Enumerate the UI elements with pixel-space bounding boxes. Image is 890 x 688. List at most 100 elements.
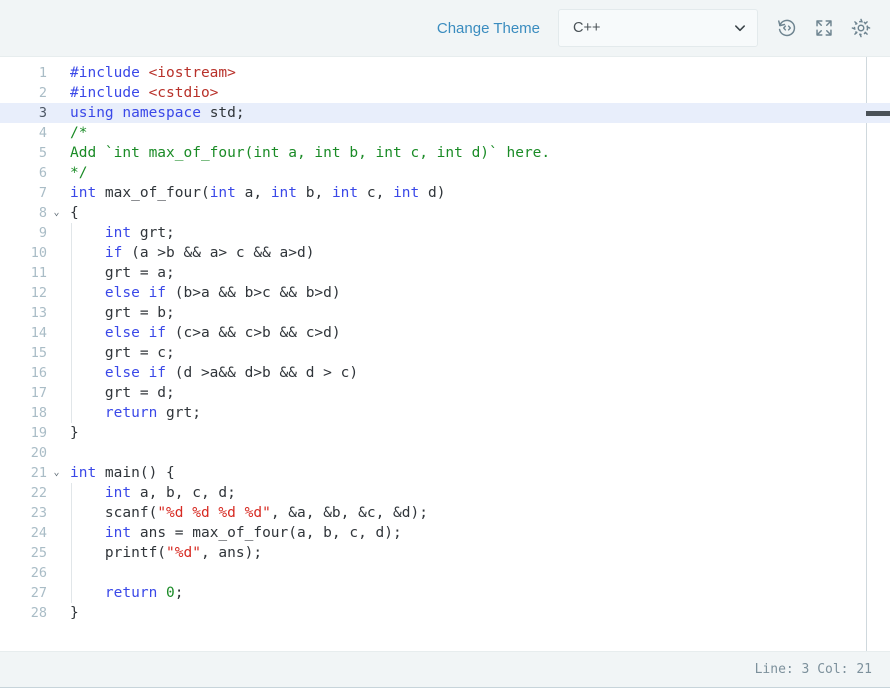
code-line-text: printf("%d", ans); bbox=[70, 545, 263, 561]
code-line-text: grt = d; bbox=[70, 385, 175, 401]
line-number: 16 bbox=[30, 365, 47, 381]
line-number: 1 bbox=[38, 65, 47, 81]
code-line-text: int main() { bbox=[70, 465, 175, 481]
change-theme-link[interactable]: Change Theme bbox=[437, 20, 540, 37]
code-line-text: grt = a; bbox=[70, 265, 175, 281]
code-line[interactable]: 17 grt = d; bbox=[0, 383, 890, 403]
line-number: 15 bbox=[30, 345, 47, 361]
code-editor-area[interactable]: 1 #include <iostream> 2 #include <cstdio> 3 u… bbox=[0, 57, 890, 651]
code-line-text: /* bbox=[70, 125, 88, 141]
code-line-text: int ans = max_of_four(a, b, c, d); bbox=[104, 525, 402, 541]
line-number: 20 bbox=[30, 445, 47, 461]
code-line-text: grt = b; bbox=[70, 305, 175, 321]
indent-guide bbox=[71, 223, 72, 423]
code-line[interactable]: 13 grt = b; bbox=[0, 303, 890, 323]
line-number: 21 bbox=[30, 465, 47, 481]
code-line-text: { bbox=[70, 205, 79, 221]
code-line-text: using namespace std; bbox=[70, 105, 245, 121]
code-line[interactable]: 23 scanf("%d %d %d %d", &a, &b, &c, &d); bbox=[0, 503, 890, 523]
line-number: 19 bbox=[30, 425, 47, 441]
code-line-text: int a, b, c, d; bbox=[104, 485, 236, 501]
line-number: 23 bbox=[30, 505, 47, 521]
cursor-position-status: Line: 3 Col: 21 bbox=[754, 662, 872, 677]
code-line[interactable]: 15 grt = c; bbox=[0, 343, 890, 363]
editor-status-bar: Line: 3 Col: 21 bbox=[0, 651, 890, 688]
code-line[interactable]: 1 #include <iostream> bbox=[0, 63, 890, 83]
code-line[interactable]: 16 else if (d >a&& d>b && d > c) bbox=[0, 363, 890, 383]
code-line-text: } bbox=[70, 605, 79, 621]
line-number: 2 bbox=[38, 85, 47, 101]
code-line-text: else if (c>a && c>b && c>d) bbox=[104, 325, 341, 341]
code-line[interactable]: 7 int max_of_four(int a, int b, int c, in… bbox=[0, 183, 890, 203]
chevron-down-icon bbox=[735, 25, 745, 32]
code-line[interactable]: 20 bbox=[0, 443, 890, 463]
line-number: 25 bbox=[30, 545, 47, 561]
code-line-text: Add `int max_of_four(int a, int b, int c… bbox=[70, 145, 551, 161]
line-number: 11 bbox=[30, 265, 47, 281]
code-line-text: int grt; bbox=[104, 225, 175, 241]
code-line-text: else if (d >a&& d>b && d > c) bbox=[104, 365, 359, 381]
gear-settings-icon[interactable] bbox=[850, 17, 872, 39]
line-number: 26 bbox=[30, 565, 47, 581]
code-line[interactable]: 25 printf("%d", ans); bbox=[0, 543, 890, 563]
code-line-text: */ bbox=[70, 165, 88, 181]
code-line-text: else if (b>a && b>c && b>d) bbox=[104, 285, 341, 301]
code-line[interactable]: 2 #include <cstdio> bbox=[0, 83, 890, 103]
code-line[interactable]: 22 int a, b, c, d; bbox=[0, 483, 890, 503]
language-select[interactable]: C++ bbox=[558, 9, 758, 47]
active-line-scroll-marker bbox=[866, 110, 890, 116]
code-line[interactable]: 14 else if (c>a && c>b && c>d) bbox=[0, 323, 890, 343]
line-number: 12 bbox=[30, 285, 47, 301]
code-line[interactable]: 28} bbox=[0, 603, 890, 623]
code-line[interactable]: 18 return grt; bbox=[0, 403, 890, 423]
code-line[interactable]: 24 int ans = max_of_four(a, b, c, d); bbox=[0, 523, 890, 543]
code-line-text: grt = c; bbox=[70, 345, 175, 361]
code-line[interactable]: 26 bbox=[0, 563, 890, 583]
line-number: 3 bbox=[38, 105, 47, 121]
code-line[interactable]: 3 using namespace std; bbox=[0, 103, 890, 123]
line-number: 10 bbox=[30, 245, 47, 261]
code-line[interactable]: 9 int grt; bbox=[0, 223, 890, 243]
line-number: 5 bbox=[38, 145, 47, 161]
code-line[interactable]: 4 /* bbox=[0, 123, 890, 143]
code-line-text: return grt; bbox=[104, 405, 201, 421]
code-line[interactable]: 21 ⌄ int main() { bbox=[0, 463, 890, 483]
line-number: 28 bbox=[30, 605, 47, 621]
code-line[interactable]: 10 if (a >b && a> c && a>d) bbox=[0, 243, 890, 263]
code-line[interactable]: 11 grt = a; bbox=[0, 263, 890, 283]
code-line[interactable]: 6 */ bbox=[0, 163, 890, 183]
code-line[interactable]: 27 return 0; bbox=[0, 583, 890, 603]
line-number: 22 bbox=[30, 485, 47, 501]
code-lines[interactable]: 1 #include <iostream> 2 #include <cstdio> 3 u… bbox=[0, 57, 890, 623]
code-line-text: #include <iostream> bbox=[70, 65, 236, 81]
line-number: 14 bbox=[30, 325, 47, 341]
toolbar-icon-group bbox=[776, 17, 872, 39]
code-line[interactable]: 5 Add `int max_of_four(int a, int b, int … bbox=[0, 143, 890, 163]
code-line[interactable]: 19} bbox=[0, 423, 890, 443]
code-line-text: if (a >b && a> c && a>d) bbox=[104, 245, 315, 261]
code-scroll-container[interactable]: 1 #include <iostream> 2 #include <cstdio> 3 u… bbox=[0, 57, 890, 651]
indent-guide bbox=[71, 483, 72, 603]
line-number: 4 bbox=[38, 125, 47, 141]
line-number: 7 bbox=[38, 185, 47, 201]
code-line-text: return 0; bbox=[104, 585, 184, 601]
code-line-text: scanf("%d %d %d %d", &a, &b, &c, &d); bbox=[70, 505, 428, 521]
line-number: 8 bbox=[38, 205, 47, 221]
code-line-text: #include <cstdio> bbox=[70, 85, 219, 101]
editor-toolbar: Change Theme C++ bbox=[0, 0, 890, 57]
code-editor-app: Change Theme C++ 1 #include <iostream> 2… bbox=[0, 0, 890, 688]
line-number: 9 bbox=[38, 225, 47, 241]
line-number: 13 bbox=[30, 305, 47, 321]
language-select-value: C++ bbox=[573, 20, 601, 36]
line-number: 18 bbox=[30, 405, 47, 421]
code-line-text: int max_of_four(int a, int b, int c, int… bbox=[70, 185, 446, 201]
line-number: 24 bbox=[30, 525, 47, 541]
fold-toggle-icon[interactable]: ⌄ bbox=[47, 203, 66, 223]
line-number: 17 bbox=[30, 385, 47, 401]
history-restore-icon[interactable] bbox=[776, 17, 798, 39]
code-line[interactable]: 8 ⌄{ bbox=[0, 203, 890, 223]
code-line[interactable]: 12 else if (b>a && b>c && b>d) bbox=[0, 283, 890, 303]
fullscreen-expand-icon[interactable] bbox=[813, 17, 835, 39]
fold-toggle-icon[interactable]: ⌄ bbox=[47, 463, 66, 483]
code-line-text: } bbox=[70, 425, 79, 441]
